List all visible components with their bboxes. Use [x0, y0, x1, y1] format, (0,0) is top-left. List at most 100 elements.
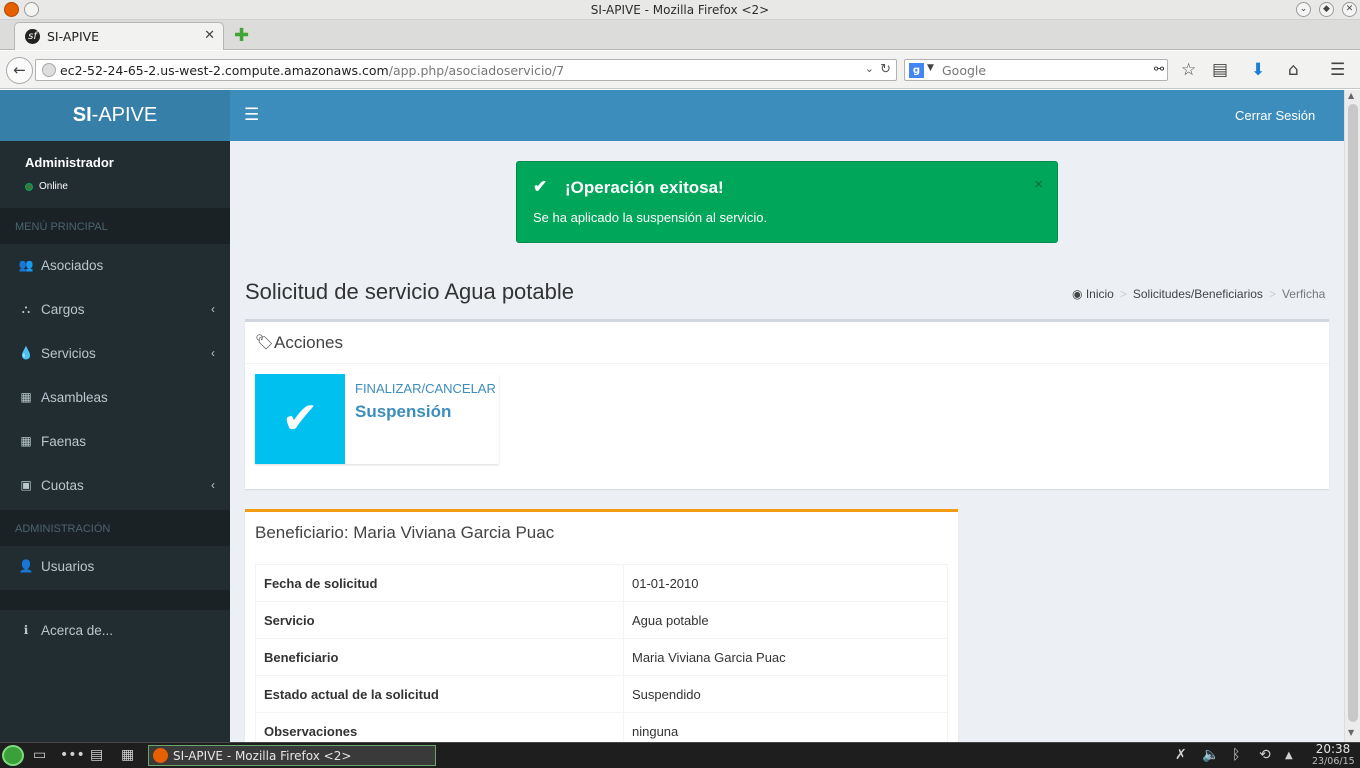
sidebar-item-label: Servicios [41, 346, 96, 361]
vertical-scrollbar[interactable]: ▲ ▼ [1344, 90, 1360, 742]
user-icon: 👤 [18, 559, 34, 573]
table-row: Fecha de solicitud 01-01-2010 [255, 564, 948, 602]
hamburger-toggle-icon[interactable]: ☰ [244, 105, 259, 125]
clock-time: 20:38 [1315, 742, 1351, 756]
drop-icon: 💧 [18, 346, 34, 360]
app-logo[interactable]: SI-APIVE [0, 90, 230, 141]
chevron-left-icon: ‹ [211, 302, 215, 316]
url-path: /app.php/asociadoservicio/7 [388, 63, 565, 78]
table-row: Servicio Agua potable [255, 601, 948, 639]
sidebar-item-asambleas[interactable]: ▦ Asambleas [0, 377, 230, 421]
google-engine-icon[interactable]: g [909, 63, 924, 78]
logout-link[interactable]: Cerrar Sesión [1235, 108, 1315, 123]
sidebar-item-label: Asambleas [41, 390, 108, 405]
sidebar-item-label: Cuotas [41, 478, 84, 493]
row-value: Maria Viviana Garcia Puac [623, 638, 948, 676]
engine-dropdown-icon[interactable]: ▼ [927, 63, 934, 73]
sidebar-item-usuarios[interactable]: 👤 Usuarios [0, 546, 230, 590]
breadcrumb-current: Verficha [1281, 287, 1326, 301]
scroll-down-icon[interactable]: ▼ [1348, 728, 1354, 737]
row-key: Fecha de solicitud [255, 564, 624, 602]
row-key: Estado actual de la solicitud [255, 675, 624, 713]
sync-icon[interactable]: ⟲ [1259, 747, 1271, 763]
start-menu-icon[interactable] [2, 745, 24, 766]
network-disconnected-icon[interactable]: ✗ [1175, 747, 1187, 763]
taskbar-window-button[interactable]: SI-APIVE - Mozilla Firefox <2> [148, 745, 436, 766]
url-text[interactable]: ec2-52-24-65-2.us-west-2.compute.amazona… [60, 63, 564, 78]
row-value: 01-01-2010 [623, 564, 948, 602]
sidebar-item-label: Faenas [41, 434, 87, 449]
sidebar-item-cuotas[interactable]: ▣ Cuotas ‹ [0, 465, 230, 509]
sidebar-item-asociados[interactable]: 👥 Asociados [0, 245, 230, 289]
breadcrumb-home[interactable]: Inicio [1086, 287, 1114, 301]
beneficiary-box: Beneficiario: Maria Viviana Garcia Puac … [245, 509, 958, 750]
home-icon[interactable]: ⌂ [1288, 60, 1299, 80]
search-bar[interactable]: g ▼ Google ⚯ [904, 59, 1168, 81]
tab-close-icon[interactable]: ✕ [204, 28, 215, 43]
suspension-info-box[interactable]: ✔ FINALIZAR/CANCELAR Suspensión [255, 374, 499, 464]
browser-tab[interactable]: sf SI-APIVE ✕ [14, 22, 224, 50]
actions-box-header: 🏷 Acciones [245, 322, 1329, 364]
logo-rest: -APIVE [91, 104, 158, 126]
row-value: Agua potable [623, 601, 948, 639]
system-clock[interactable]: 20:38 23/06/15 [1312, 742, 1355, 767]
actions-title: Acciones [274, 333, 343, 352]
check-icon: ✔ [255, 374, 345, 464]
reload-icon[interactable]: ↻ [880, 62, 891, 77]
beneficiary-title: Beneficiario: Maria Viviana Garcia Puac [255, 523, 555, 542]
url-bar[interactable]: ec2-52-24-65-2.us-west-2.compute.amazona… [35, 59, 897, 81]
info-box-label: FINALIZAR/CANCELAR [355, 381, 496, 396]
close-window-icon[interactable]: ✕ [1342, 2, 1357, 17]
search-placeholder: Google [942, 63, 987, 78]
reading-list-icon[interactable]: ▤ [1212, 60, 1228, 80]
sidebar-item-cargos[interactable]: ⛬ Cargos ‹ [0, 289, 230, 333]
page-title: Solicitud de servicio Agua potable [245, 279, 574, 304]
sidebar-item-label: Acerca de... [41, 623, 114, 638]
more-apps-icon[interactable]: ••• [60, 747, 85, 763]
minimize-icon[interactable]: ⌄ [1296, 2, 1311, 17]
breadcrumb-section[interactable]: Solicitudes/Beneficiarios [1133, 287, 1263, 301]
download-icon[interactable]: ⬇ [1251, 60, 1265, 80]
admin-header: ADMINISTRACIÓN [0, 510, 230, 546]
new-tab-icon[interactable]: ✚ [234, 25, 249, 46]
scroll-up-icon[interactable]: ▲ [1348, 91, 1354, 100]
tab-label: SI-APIVE [47, 29, 100, 44]
menu-header: MENÚ PRINCIPAL [0, 208, 230, 244]
sidebar-item-faenas[interactable]: ▦ Faenas [0, 421, 230, 465]
row-value: Suspendido [623, 675, 948, 713]
show-desktop-icon[interactable]: ▭ [33, 747, 46, 763]
url-host: ec2-52-24-65-2.us-west-2.compute.amazona… [60, 63, 389, 78]
scroll-thumb[interactable] [1348, 104, 1358, 722]
workspace-switcher-icon[interactable]: ▤ [90, 747, 103, 763]
alert-close-icon[interactable]: × [1034, 176, 1043, 193]
sidebar-item-servicios[interactable]: 💧 Servicios ‹ [0, 333, 230, 377]
window-title: SI-APIVE - Mozilla Firefox <2> [590, 3, 770, 17]
tag-icon: 🏷 [255, 333, 275, 351]
volume-icon[interactable]: 🔈 [1202, 747, 1219, 763]
window-list-icon[interactable]: ▦ [121, 747, 134, 763]
binoculars-icon[interactable]: ⚯ [1154, 62, 1164, 76]
success-alert: ✔ ¡Operación exitosa! Se ha aplicado la … [516, 161, 1058, 243]
maximize-icon[interactable]: ◆ [1319, 2, 1334, 17]
tray-expand-icon[interactable]: ▲ [1285, 750, 1293, 761]
back-button[interactable]: ← [6, 57, 33, 84]
table-row: Beneficiario Maria Viviana Garcia Puac [255, 638, 948, 676]
bluetooth-icon[interactable]: ᛒ [1232, 747, 1240, 763]
alert-message: Se ha aplicado la suspensión al servicio… [533, 210, 768, 225]
sidebar-item-about[interactable]: ℹ Acerca de... [0, 610, 230, 654]
top-navbar [230, 90, 1344, 141]
sidebar-item-label: Asociados [41, 258, 104, 273]
url-dropdown-icon[interactable]: ⌄ [865, 62, 874, 75]
detail-table: Fecha de solicitud 01-01-2010 Servicio Agu… [255, 564, 948, 750]
sitemap-icon: ⛬ [21, 302, 31, 316]
bookmark-star-icon[interactable]: ☆ [1181, 60, 1196, 80]
menu-icon[interactable]: ☰ [1330, 60, 1345, 80]
calendar-icon: ▦ [20, 434, 32, 448]
info-box-value[interactable]: Suspensión [355, 402, 451, 422]
logo-bold: SI [72, 104, 92, 126]
firefox-icon [153, 748, 168, 763]
table-row: Estado actual de la solicitud Suspendido [255, 675, 948, 713]
breadcrumb: ◉ Inicio > Solicitudes/Beneficiarios > Verfi… [1072, 287, 1326, 301]
user-status: Online [39, 181, 68, 192]
status-dot-icon [25, 183, 33, 191]
